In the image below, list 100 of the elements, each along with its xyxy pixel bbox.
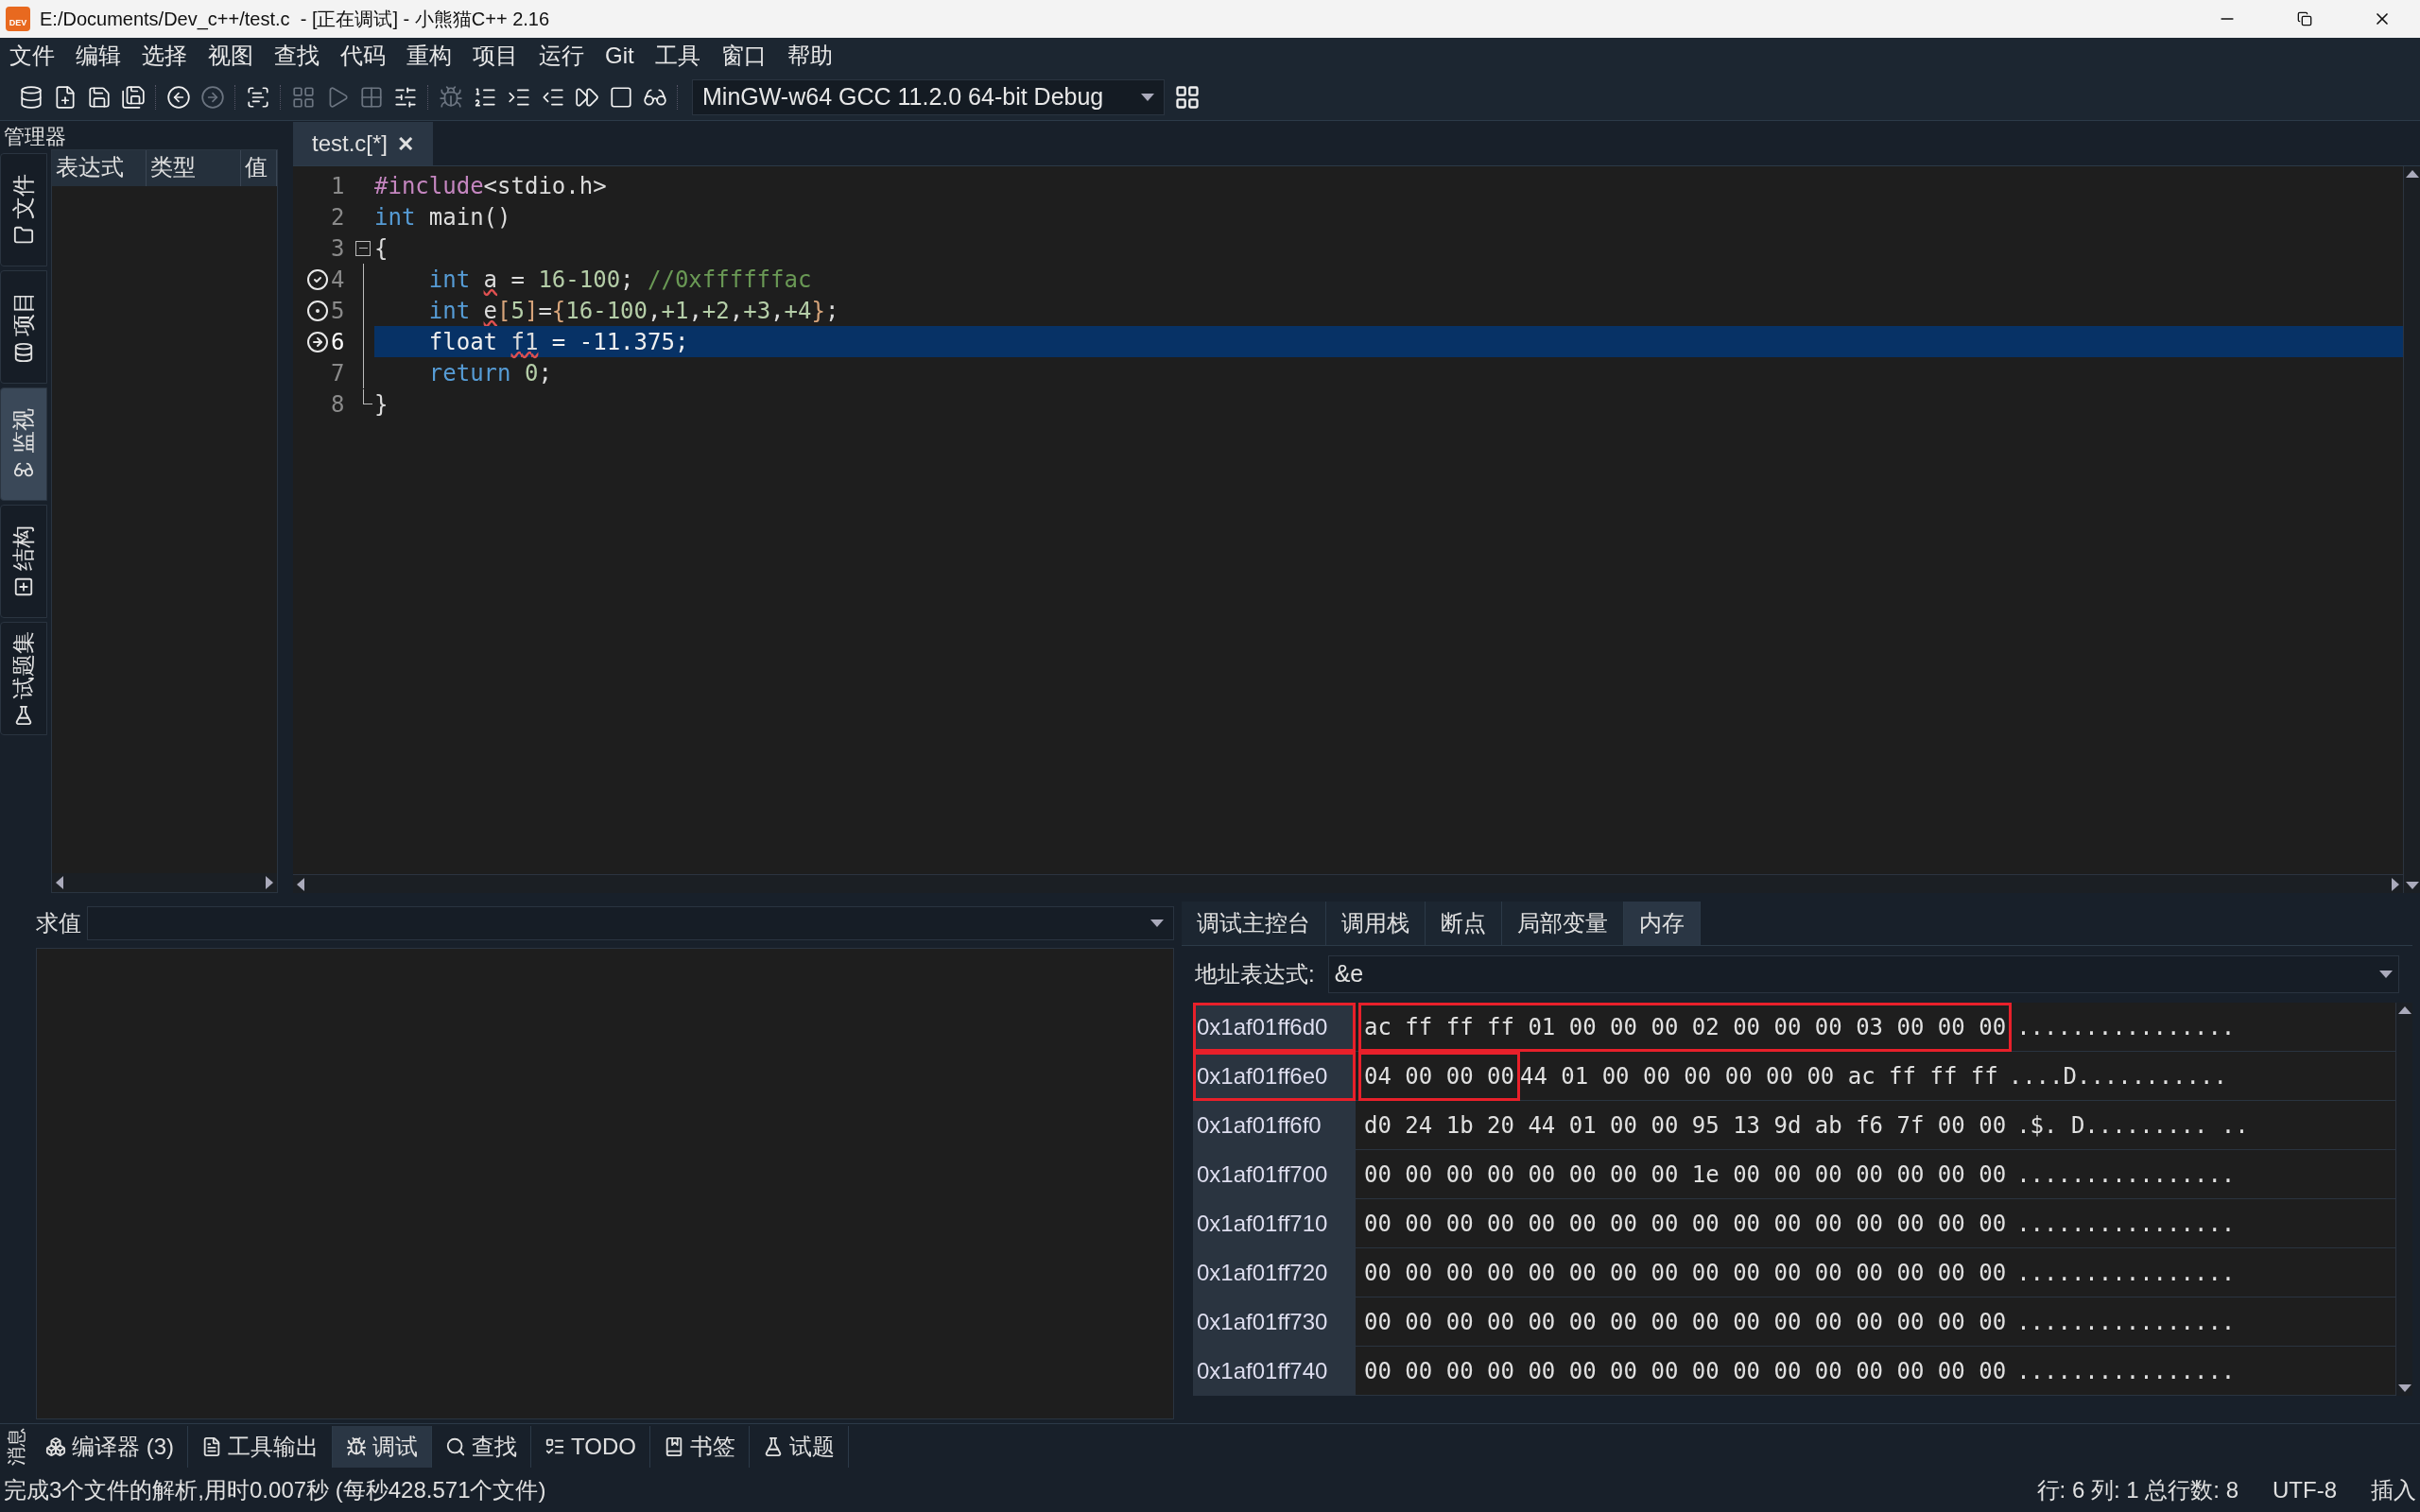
stop-icon[interactable] xyxy=(609,84,633,110)
menu-item[interactable]: 帮助 xyxy=(786,39,833,73)
memory-address: 0x1af01ff710 xyxy=(1193,1198,1356,1248)
evaluate-field[interactable] xyxy=(87,906,1174,940)
scroll-right-icon[interactable] xyxy=(266,876,273,889)
compiler-select[interactable]: MinGW-w64 GCC 11.2.0 64-bit Debug xyxy=(692,78,1165,115)
memory-bytes: 00 00 00 00 00 00 00 00 00 00 00 00 00 00 00 00 xyxy=(1363,1209,2008,1239)
field-label: 地址表达式: xyxy=(1195,960,1315,988)
line-number: 1 xyxy=(331,171,346,201)
options-icon[interactable] xyxy=(393,84,418,110)
menu-item[interactable]: 窗口 xyxy=(720,39,767,73)
side-tab[interactable]: 文件 xyxy=(0,153,47,266)
column-header[interactable]: 表达式 xyxy=(52,150,147,186)
bottom-tab[interactable]: 试题 xyxy=(749,1425,849,1468)
side-tab[interactable]: 监视 xyxy=(0,387,47,501)
horizontal-scrollbar[interactable] xyxy=(52,873,277,892)
side-tab[interactable]: 试题集 xyxy=(0,622,47,735)
bottom-tab[interactable]: 查找 xyxy=(432,1425,531,1468)
menu-item[interactable]: 文件 xyxy=(9,39,55,73)
scroll-up-icon[interactable] xyxy=(2397,1006,2411,1014)
menu-item[interactable]: 选择 xyxy=(142,39,187,73)
menu-item[interactable]: 项目 xyxy=(473,39,518,73)
line-number: 3 xyxy=(331,233,346,264)
memory-ascii: .$. D......... .. xyxy=(2016,1110,2249,1141)
menu-item[interactable]: 代码 xyxy=(340,39,386,73)
menu-item[interactable]: 编辑 xyxy=(76,39,121,73)
address-field[interactable]: &e xyxy=(1327,955,2399,993)
memory-ascii: ................ xyxy=(2016,1258,2236,1288)
scroll-left-icon[interactable] xyxy=(56,876,63,889)
memory-ascii: ................ xyxy=(2016,1209,2236,1239)
field-label: 求值 xyxy=(36,909,81,937)
compiler-icon xyxy=(45,1435,66,1457)
scroll-down-icon[interactable] xyxy=(2405,882,2419,889)
side-tab[interactable]: 结构 xyxy=(0,505,47,618)
menu-item[interactable]: 运行 xyxy=(539,39,584,73)
line-number: 6 xyxy=(331,327,346,357)
memory-address: 0x1af01ff730 xyxy=(1193,1297,1356,1347)
insert-mode: 插入 xyxy=(2371,1476,2416,1504)
app-logo: DEV xyxy=(6,7,30,31)
code-line: #include<stdio.h> xyxy=(374,171,608,201)
debug-tab[interactable]: 断点 xyxy=(1426,902,1502,945)
line-number: 7 xyxy=(331,358,346,388)
column-header[interactable]: 类型 xyxy=(147,150,241,186)
bug-icon xyxy=(346,1435,367,1457)
structure-icon xyxy=(13,576,34,597)
menu-item[interactable]: 重构 xyxy=(406,39,452,73)
bottom-tab[interactable]: 书签 xyxy=(649,1425,750,1468)
scrollbar[interactable] xyxy=(2395,1003,2412,1396)
save-all-icon[interactable] xyxy=(121,84,146,110)
code-line: } xyxy=(374,389,389,420)
bottom-tab[interactable]: TODO xyxy=(531,1425,650,1468)
dropdown-icon xyxy=(1150,919,1164,927)
scroll-left-icon[interactable] xyxy=(297,877,304,891)
encoding: UTF-8 xyxy=(2273,1476,2337,1504)
debug-tab[interactable]: 调试主控台 xyxy=(1182,902,1326,945)
restore-icon[interactable] xyxy=(2297,11,2312,26)
debug-tab[interactable]: 内存 xyxy=(1624,902,1701,945)
column-header[interactable]: 值 xyxy=(241,150,277,186)
scroll-up-icon[interactable] xyxy=(2405,170,2419,178)
memory-address: 0x1af01ff700 xyxy=(1193,1149,1356,1199)
save-icon[interactable] xyxy=(87,84,112,110)
bottom-tab[interactable]: 编译器 (3) xyxy=(32,1425,188,1468)
line-number: 2 xyxy=(331,202,346,232)
dropdown-icon xyxy=(1141,93,1154,101)
code-line: { xyxy=(374,233,389,264)
menu-item[interactable]: 工具 xyxy=(654,39,700,73)
code-line: int a = 16-100; //0xffffffac xyxy=(427,265,813,295)
new-file-icon[interactable] xyxy=(53,84,78,110)
database-icon[interactable] xyxy=(19,84,43,110)
memory-ascii: ....D........... xyxy=(2008,1061,2227,1091)
scroll-down-icon[interactable] xyxy=(2397,1384,2411,1392)
debug-tab[interactable]: 调用栈 xyxy=(1326,902,1426,945)
scrollbar[interactable] xyxy=(2403,166,2420,893)
side-tab[interactable]: 项目 xyxy=(0,270,47,384)
menu-item[interactable]: 视图 xyxy=(208,39,253,73)
back-icon[interactable] xyxy=(166,84,191,110)
memory-address: 0x1af01ff720 xyxy=(1193,1247,1356,1297)
fold-toggle[interactable] xyxy=(355,240,371,256)
menu-item[interactable]: 查找 xyxy=(274,39,320,73)
memory-ascii: ................ xyxy=(2016,1012,2236,1042)
line-number: 5 xyxy=(331,296,346,326)
format-icon[interactable] xyxy=(246,84,270,110)
file-tab[interactable]: test.c[*] ✕ xyxy=(293,122,434,165)
memory-bytes: 00 00 00 00 00 00 00 00 1e 00 00 00 00 00 00 00 xyxy=(1363,1160,2008,1190)
cursor-position: 行: 6 列: 1 总行数: 8 xyxy=(2036,1476,2238,1504)
code-line: int e[5]={16-100,+1,+2,+3,+4}; xyxy=(427,296,840,326)
close-tab-button[interactable]: ✕ xyxy=(397,128,415,160)
layout-icon[interactable] xyxy=(1174,83,1201,111)
menu-item[interactable]: Git xyxy=(605,39,634,73)
memory-address: 0x1af01ff6e0 xyxy=(1193,1051,1356,1101)
debug-tab[interactable]: 局部变量 xyxy=(1502,902,1624,945)
code-line: int main() xyxy=(374,202,512,232)
status-message: 完成3个文件的解析,用时0.007秒 (每秒428.571个文件) xyxy=(4,1476,546,1504)
scroll-right-icon[interactable] xyxy=(2392,877,2399,891)
memory-address: 0x1af01ff740 xyxy=(1193,1346,1356,1396)
bottom-tab[interactable]: 调试 xyxy=(333,1425,432,1468)
horizontal-scrollbar[interactable] xyxy=(293,874,2403,893)
memory-bytes: 44 01 00 00 00 00 00 00 ac ff ff ff xyxy=(1518,1061,1999,1091)
panel-title: 管理器 xyxy=(3,124,67,149)
memory-bytes: d0 24 1b 20 44 01 00 00 95 13 9d ab f6 7f 00 00 xyxy=(1363,1110,2008,1141)
